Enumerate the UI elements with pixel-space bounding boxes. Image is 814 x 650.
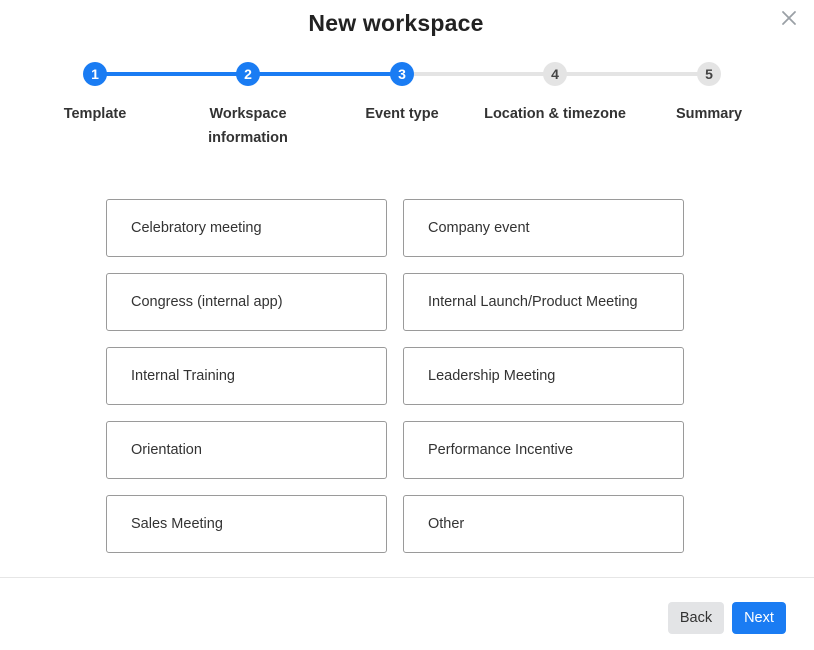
step-location-timezone: 4 Location & timezone: [475, 62, 635, 126]
footer-divider: [0, 577, 814, 578]
step-number: 2: [236, 62, 260, 86]
dialog-title: New workspace: [308, 10, 484, 36]
step-event-type: 3 Event type: [332, 62, 472, 126]
option-internal-training[interactable]: Internal Training: [106, 347, 387, 405]
step-summary: 5 Summary: [639, 62, 779, 126]
step-number: 3: [390, 62, 414, 86]
close-icon[interactable]: [780, 9, 798, 27]
step-label: Workspace information: [208, 106, 288, 146]
option-internal-launch-product-meeting[interactable]: Internal Launch/Product Meeting: [403, 273, 684, 331]
option-sales-meeting[interactable]: Sales Meeting: [106, 495, 387, 553]
step-number: 4: [543, 62, 567, 86]
back-button[interactable]: Back: [668, 602, 724, 634]
option-leadership-meeting[interactable]: Leadership Meeting: [403, 347, 684, 405]
step-label: Template: [63, 106, 127, 122]
option-orientation[interactable]: Orientation: [106, 421, 387, 479]
step-template: 1 Template: [25, 62, 165, 126]
step-label: Summary: [675, 106, 743, 122]
option-other[interactable]: Other: [403, 495, 684, 553]
step-number: 5: [697, 62, 721, 86]
step-workspace-information: 2 Workspace information: [193, 62, 303, 150]
option-congress-internal-app[interactable]: Congress (internal app): [106, 273, 387, 331]
event-type-options: Celebratory meeting Company event Congre…: [106, 199, 684, 553]
option-performance-incentive[interactable]: Performance Incentive: [403, 421, 684, 479]
step-label: Event type: [365, 106, 439, 122]
new-workspace-dialog: New workspace 1 Template 2 Workspace inf…: [0, 0, 814, 650]
next-button[interactable]: Next: [732, 602, 786, 634]
step-number: 1: [83, 62, 107, 86]
option-celebratory-meeting[interactable]: Celebratory meeting: [106, 199, 387, 257]
option-company-event[interactable]: Company event: [403, 199, 684, 257]
progress-stepper: 1 Template 2 Workspace information 3 Eve…: [0, 62, 814, 162]
step-label: Location & timezone: [484, 106, 626, 122]
